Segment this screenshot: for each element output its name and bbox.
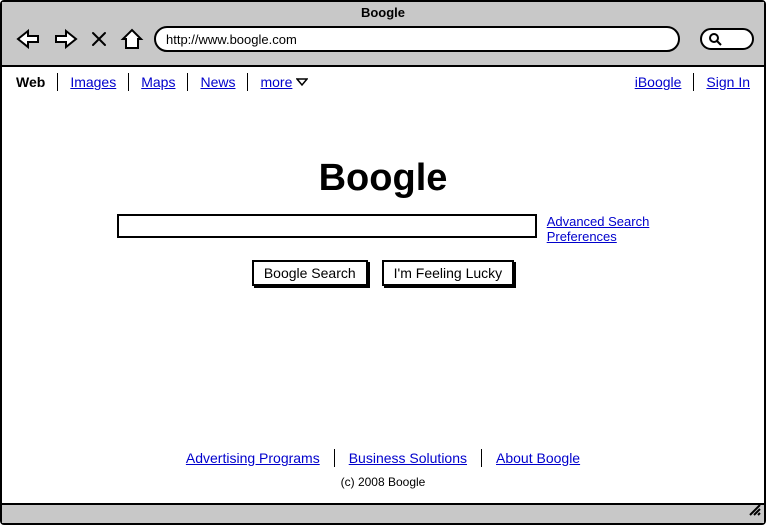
address-bar[interactable]: http://www.boogle.com (154, 26, 680, 52)
footer-links: Advertising Programs Business Solutions … (2, 449, 764, 467)
tab-images[interactable]: Images (66, 74, 120, 90)
main-content: Boogle Advanced Search Preferences Boogl… (2, 97, 764, 286)
copyright-text: (c) 2008 Boogle (2, 475, 764, 489)
link-advertising[interactable]: Advertising Programs (178, 450, 328, 466)
link-advanced-search[interactable]: Advanced Search (547, 214, 650, 229)
link-signin[interactable]: Sign In (702, 74, 754, 90)
browser-chrome: Boogle http://www.boogle.com (2, 2, 764, 67)
link-about[interactable]: About Boogle (488, 450, 588, 466)
separator (693, 73, 694, 91)
link-business[interactable]: Business Solutions (341, 450, 475, 466)
tab-web[interactable]: Web (12, 74, 49, 90)
separator (334, 449, 335, 467)
separator (57, 73, 58, 91)
tab-maps[interactable]: Maps (137, 74, 179, 90)
stop-button[interactable] (88, 25, 110, 53)
separator (247, 73, 248, 91)
tab-news[interactable]: News (196, 74, 239, 90)
back-button[interactable] (12, 25, 44, 53)
resize-grip-icon[interactable] (747, 502, 761, 521)
top-nav: Web Images Maps News more iBoogle Sign I… (2, 67, 764, 97)
browser-search-button[interactable] (700, 28, 754, 50)
search-input[interactable] (117, 214, 537, 238)
separator (481, 449, 482, 467)
lucky-button[interactable]: I'm Feeling Lucky (382, 260, 515, 286)
tab-more[interactable]: more (256, 74, 312, 90)
chevron-down-icon (296, 74, 308, 90)
brand-logo: Boogle (2, 157, 764, 200)
home-button[interactable] (116, 25, 148, 53)
forward-button[interactable] (50, 25, 82, 53)
window-title: Boogle (2, 2, 764, 23)
separator (128, 73, 129, 91)
search-button[interactable]: Boogle Search (252, 260, 368, 286)
status-bar (2, 503, 764, 523)
separator (187, 73, 188, 91)
toolbar: http://www.boogle.com (2, 23, 764, 55)
link-preferences[interactable]: Preferences (547, 229, 650, 244)
link-iboogle[interactable]: iBoogle (631, 74, 686, 90)
url-text: http://www.boogle.com (166, 32, 297, 47)
